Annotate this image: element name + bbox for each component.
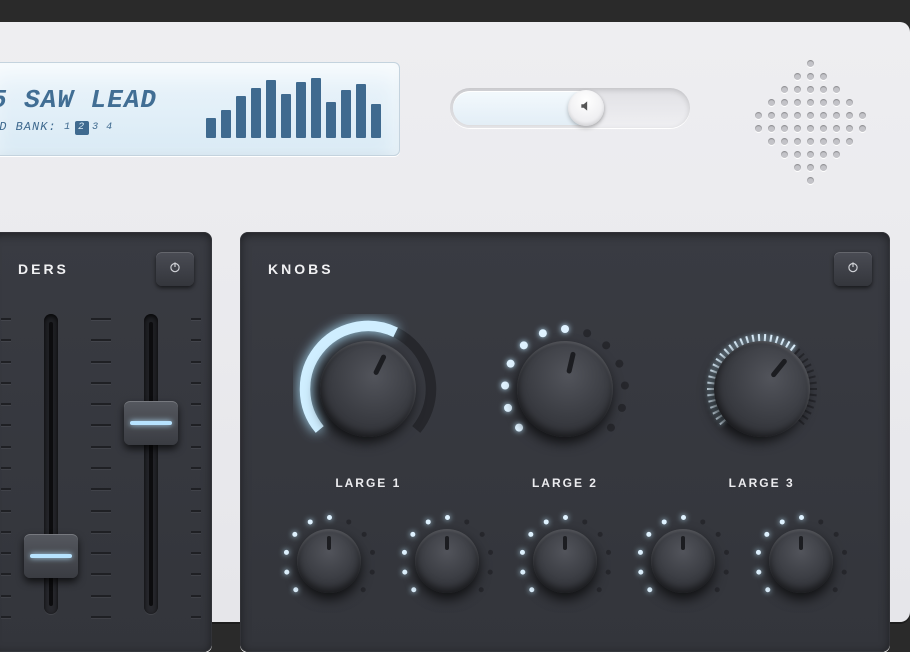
- faders-power-button[interactable]: [156, 252, 194, 286]
- knobs-panel: KNOBS LARGE 1 LARGE 2 LARGE 3: [240, 232, 890, 652]
- bank-3[interactable]: 3: [89, 121, 103, 135]
- speaker-grille: [750, 62, 870, 182]
- speaker-icon: [579, 99, 593, 118]
- faders-panel: DERS: [0, 232, 212, 652]
- knob-3: LARGE 3: [677, 314, 847, 490]
- eq-bar: [221, 110, 231, 138]
- fader-1[interactable]: [21, 314, 81, 614]
- bank-4[interactable]: 4: [103, 121, 117, 135]
- eq-bar: [281, 94, 291, 138]
- small-knob-dial[interactable]: [297, 529, 361, 593]
- synth-chassis: 5 SAW LEAD ND BANK: 1234 DERS: [0, 22, 910, 622]
- eq-bar: [266, 80, 276, 138]
- small-knob-dial[interactable]: [533, 529, 597, 593]
- knobs-title: KNOBS: [268, 261, 334, 277]
- knob-label: LARGE 3: [729, 476, 795, 490]
- fader-thumb[interactable]: [124, 401, 178, 445]
- knob-dial[interactable]: [694, 321, 829, 456]
- bank-selector: ND BANK: 1234: [0, 119, 206, 135]
- eq-bar: [236, 96, 246, 138]
- eq-bar: [251, 88, 261, 138]
- eq-bar: [341, 90, 351, 138]
- knob-1: LARGE 1: [283, 314, 453, 490]
- eq-bar: [371, 104, 381, 138]
- eq-meter: [206, 82, 381, 138]
- knobs-power-button[interactable]: [834, 252, 872, 286]
- bank-1[interactable]: 1: [61, 121, 75, 135]
- volume-thumb[interactable]: [568, 90, 604, 126]
- eq-bar: [326, 102, 336, 138]
- fader-thumb[interactable]: [24, 534, 78, 578]
- knob-label: LARGE 1: [335, 476, 401, 490]
- small-knob-dial[interactable]: [651, 529, 715, 593]
- lcd-display: 5 SAW LEAD ND BANK: 1234: [0, 62, 400, 156]
- power-icon: [846, 260, 860, 279]
- eq-bar: [311, 78, 321, 138]
- faders-title: DERS: [18, 261, 69, 277]
- eq-bar: [296, 82, 306, 138]
- small-knob-dial[interactable]: [415, 529, 479, 593]
- bank-label: ND BANK:: [0, 120, 57, 134]
- knob-label: LARGE 2: [532, 476, 598, 490]
- bank-2[interactable]: 2: [75, 121, 89, 135]
- preset-name: 5 SAW LEAD: [0, 85, 206, 115]
- power-icon: [168, 260, 182, 279]
- volume-slider[interactable]: [450, 88, 690, 128]
- eq-bar: [356, 84, 366, 138]
- knob-2: LARGE 2: [480, 314, 650, 490]
- fader-2[interactable]: [121, 314, 181, 614]
- small-knob-dial[interactable]: [769, 529, 833, 593]
- eq-bar: [206, 118, 216, 138]
